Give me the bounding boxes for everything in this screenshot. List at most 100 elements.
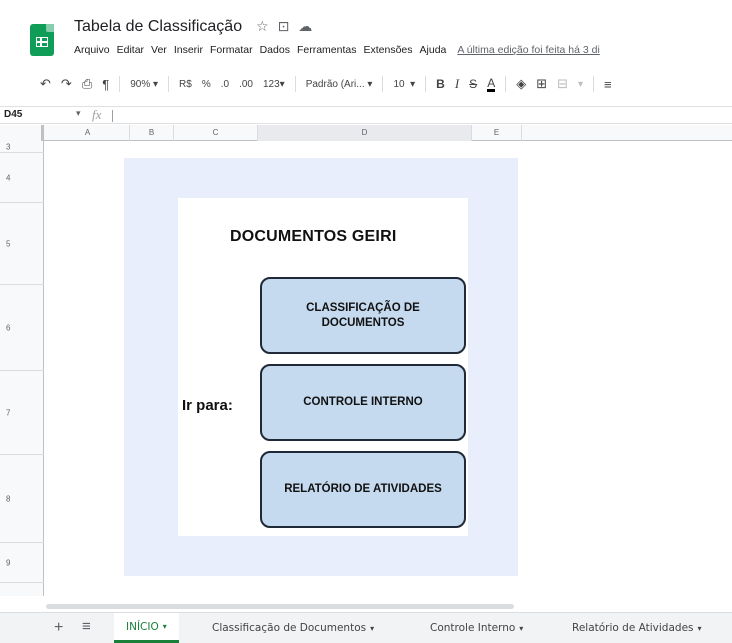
chevron-down-icon: ▾ bbox=[370, 623, 375, 633]
menu-bar: Arquivo Editar Ver Inserir Formatar Dado… bbox=[74, 44, 600, 56]
menu-ajuda[interactable]: Ajuda bbox=[420, 44, 447, 56]
fx-icon: fx bbox=[92, 107, 102, 122]
print-icon[interactable]: ⎙ bbox=[82, 76, 92, 92]
cell-reference[interactable]: D45 bbox=[4, 109, 22, 120]
row-number: 6 bbox=[6, 323, 11, 332]
undo-icon[interactable]: ↶ bbox=[40, 76, 51, 92]
menu-arquivo[interactable]: Arquivo bbox=[74, 44, 110, 56]
toolbar-divider bbox=[168, 76, 170, 92]
decrease-decimal-button[interactable]: .0 bbox=[221, 79, 229, 90]
font-value: Padrão (Ari... bbox=[305, 78, 365, 90]
sheet-tab-bar: + ≡ INÍCIO ▾ Classificação de Documentos ▾… bbox=[0, 612, 732, 643]
text-color-button[interactable]: A bbox=[487, 77, 496, 92]
relatorio-atividades-button[interactable]: RELATÓRIO DE ATIVIDADES bbox=[260, 451, 466, 528]
chevron-down-icon: ▾ bbox=[578, 78, 584, 90]
tab-inicio[interactable]: INÍCIO ▾ bbox=[114, 613, 179, 643]
all-sheets-menu-icon[interactable]: ≡ bbox=[82, 618, 91, 635]
document-title[interactable]: Tabela de Classificação bbox=[74, 18, 242, 36]
row-number: 3 bbox=[6, 142, 11, 151]
go-to-label: Ir para: bbox=[182, 397, 233, 414]
last-edit-link[interactable]: A última edição foi feita há 3 di bbox=[457, 44, 599, 56]
column-headers: A B C D E bbox=[0, 125, 732, 141]
row-number: 4 bbox=[6, 173, 11, 182]
chevron-down-icon: ▾ bbox=[697, 623, 702, 633]
zoom-value: 90% bbox=[130, 78, 151, 90]
borders-icon[interactable]: ⊞ bbox=[536, 76, 547, 92]
tab-controle-interno[interactable]: Controle Interno ▾ bbox=[430, 613, 523, 643]
menu-formatar[interactable]: Formatar bbox=[210, 44, 253, 56]
italic-button[interactable]: I bbox=[455, 76, 459, 92]
tab-label: INÍCIO bbox=[126, 620, 159, 633]
sheets-logo-icon[interactable] bbox=[30, 24, 54, 56]
bold-button[interactable]: B bbox=[436, 77, 445, 91]
chevron-down-icon: ▾ bbox=[519, 623, 524, 633]
percent-format-button[interactable]: % bbox=[202, 79, 211, 90]
toolbar-divider bbox=[382, 76, 384, 92]
number-format-select[interactable]: 123▾ bbox=[263, 79, 285, 90]
cloud-status-icon[interactable]: ☁ bbox=[298, 18, 312, 35]
row-header-3[interactable]: 3 bbox=[0, 141, 44, 153]
menu-editar[interactable]: Editar bbox=[117, 44, 144, 56]
drawing-title: DOCUMENTOS GEIRI bbox=[230, 228, 397, 245]
menu-ver[interactable]: Ver bbox=[151, 44, 167, 56]
column-header-e[interactable]: E bbox=[472, 125, 522, 141]
select-all-corner[interactable] bbox=[0, 125, 44, 141]
zoom-select[interactable]: 90% ▾ bbox=[130, 79, 158, 90]
tab-label: Controle Interno bbox=[430, 622, 516, 634]
fill-color-icon[interactable]: ◈ bbox=[516, 76, 526, 92]
column-header-c[interactable]: C bbox=[174, 125, 258, 141]
tab-label: Classificação de Documentos bbox=[212, 622, 367, 634]
formula-input[interactable] bbox=[112, 110, 113, 122]
toolbar: ↶ ↷ ⎙ ¶ 90% ▾ R$ % .0 .00 123▾ Padrão (A… bbox=[0, 66, 732, 102]
row-header-7[interactable]: 7 bbox=[0, 371, 44, 455]
toolbar-divider bbox=[294, 76, 296, 92]
font-select[interactable]: Padrão (Ari... ▾ bbox=[306, 79, 373, 90]
tab-relatorio-de-atividades[interactable]: Relatório de Atividades ▾ bbox=[572, 613, 702, 643]
row-number: 5 bbox=[6, 239, 11, 248]
chevron-down-icon: ▾ bbox=[279, 78, 285, 90]
row-header-6[interactable]: 6 bbox=[0, 285, 44, 371]
paint-format-icon[interactable]: ¶ bbox=[102, 77, 109, 92]
number-format-value: 123 bbox=[262, 78, 280, 90]
horizontal-scrollbar[interactable] bbox=[46, 604, 514, 609]
star-icon[interactable]: ☆ bbox=[256, 18, 269, 35]
currency-format-button[interactable]: R$ bbox=[179, 79, 192, 90]
chevron-down-icon: ▾ bbox=[367, 78, 373, 90]
column-header-a[interactable]: A bbox=[46, 125, 130, 141]
tab-classificacao-de-documentos[interactable]: Classificação de Documentos ▾ bbox=[212, 613, 374, 643]
increase-decimal-button[interactable]: .00 bbox=[239, 79, 253, 90]
menu-dados[interactable]: Dados bbox=[260, 44, 290, 56]
strikethrough-button[interactable]: S bbox=[469, 77, 477, 91]
title-bar: Tabela de Classificação ☆ ⊡ ☁ Arquivo Ed… bbox=[0, 0, 732, 62]
row-number: 7 bbox=[6, 408, 11, 417]
row-number: 8 bbox=[6, 494, 11, 503]
formula-bar: D45 ▾ fx bbox=[0, 106, 732, 124]
toolbar-divider bbox=[119, 76, 121, 92]
font-size-select[interactable]: 10 ▾ bbox=[393, 79, 415, 90]
title-icons: ☆ ⊡ ☁ bbox=[256, 18, 312, 35]
row-headers: 3 4 5 6 7 8 9 bbox=[0, 141, 44, 596]
row-header-4[interactable]: 4 bbox=[0, 153, 44, 203]
chevron-down-icon: ▾ bbox=[410, 78, 416, 90]
row-header-8[interactable]: 8 bbox=[0, 455, 44, 543]
align-icon[interactable]: ≡ bbox=[604, 77, 612, 92]
row-header-9[interactable]: 9 bbox=[0, 543, 44, 583]
classificacao-documentos-button[interactable]: CLASSIFICAÇÃO DE DOCUMENTOS bbox=[260, 277, 466, 354]
toolbar-divider bbox=[593, 76, 595, 92]
row-header-5[interactable]: 5 bbox=[0, 203, 44, 285]
move-to-folder-icon[interactable]: ⊡ bbox=[278, 18, 290, 35]
menu-ferramentas[interactable]: Ferramentas bbox=[297, 44, 357, 56]
menu-extensoes[interactable]: Extensões bbox=[363, 44, 412, 56]
menu-inserir[interactable]: Inserir bbox=[174, 44, 203, 56]
controle-interno-button[interactable]: CONTROLE INTERNO bbox=[260, 364, 466, 441]
column-header-d[interactable]: D bbox=[258, 125, 472, 141]
chevron-down-icon: ▾ bbox=[162, 622, 167, 631]
add-sheet-icon[interactable]: + bbox=[54, 619, 63, 637]
chevron-down-icon[interactable]: ▾ bbox=[76, 108, 81, 119]
merge-cells-icon[interactable]: ⊟ bbox=[557, 76, 568, 92]
column-header-b[interactable]: B bbox=[130, 125, 174, 141]
row-number: 9 bbox=[6, 558, 11, 567]
font-size-value: 10 bbox=[393, 78, 405, 90]
tab-label: Relatório de Atividades bbox=[572, 622, 694, 634]
redo-icon[interactable]: ↷ bbox=[61, 76, 72, 92]
